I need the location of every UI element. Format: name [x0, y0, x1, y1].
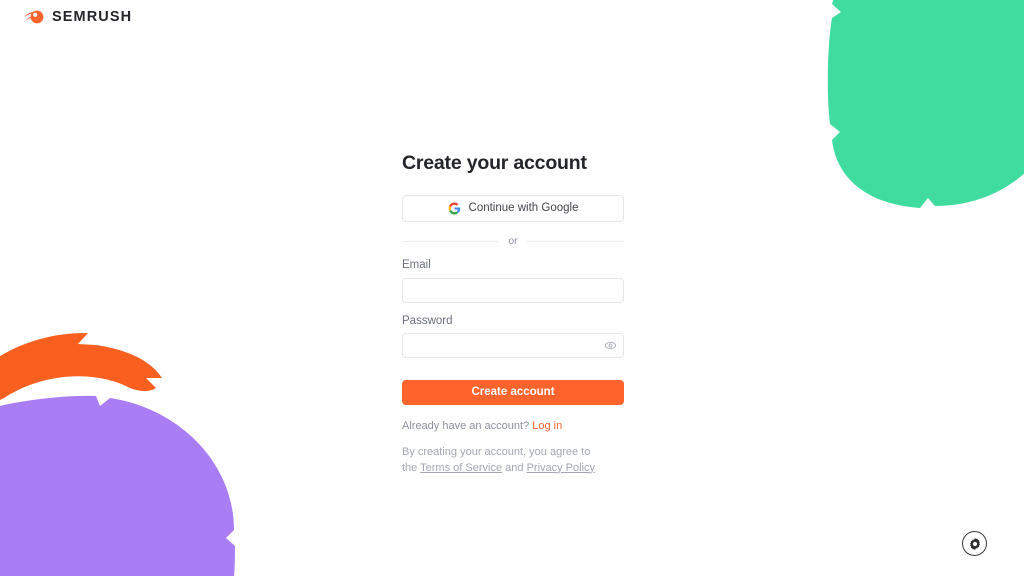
email-field-group: Email — [402, 259, 624, 303]
password-visibility-toggle[interactable] — [603, 339, 617, 353]
purple-blob-shape — [0, 395, 235, 576]
continue-with-google-button[interactable]: Continue with Google — [402, 195, 624, 223]
eye-icon — [604, 342, 616, 350]
terms-of-service-link[interactable]: Terms of Service — [420, 462, 502, 474]
semrush-comet-icon — [24, 10, 44, 24]
email-input[interactable] — [402, 277, 624, 303]
signup-form: Create your account Continue with Google… — [402, 152, 624, 488]
create-account-button[interactable]: Create account — [402, 380, 624, 406]
password-input[interactable] — [402, 333, 624, 359]
existing-account-text: Already have an account? — [402, 420, 530, 433]
email-label: Email — [402, 258, 431, 271]
google-g-icon — [448, 202, 460, 215]
or-divider: or — [402, 236, 624, 247]
page-title: Create your account — [402, 152, 587, 174]
brand-wordmark: SEMRUSH — [52, 8, 133, 25]
orange-swoosh-shape — [0, 332, 162, 400]
existing-account-prompt: Already have an account? Log in — [402, 419, 624, 433]
divider-line-right — [526, 241, 624, 243]
green-blob-shape — [827, 0, 1024, 208]
semrush-logo[interactable]: SEMRUSH — [24, 9, 132, 25]
google-button-label: Continue with Google — [468, 202, 579, 215]
divider-line-left — [402, 241, 500, 243]
password-label: Password — [402, 314, 453, 327]
legal-disclaimer: By creating your account, you agree to t… — [402, 445, 597, 477]
legal-conjunction: and — [505, 461, 524, 474]
gear-icon — [969, 537, 980, 550]
privacy-policy-link[interactable]: Privacy Policy — [527, 462, 595, 474]
divider-label: or — [508, 235, 518, 248]
log-in-link[interactable]: Log in — [532, 420, 562, 432]
settings-button[interactable] — [962, 531, 987, 556]
password-field-group: Password — [402, 315, 624, 359]
